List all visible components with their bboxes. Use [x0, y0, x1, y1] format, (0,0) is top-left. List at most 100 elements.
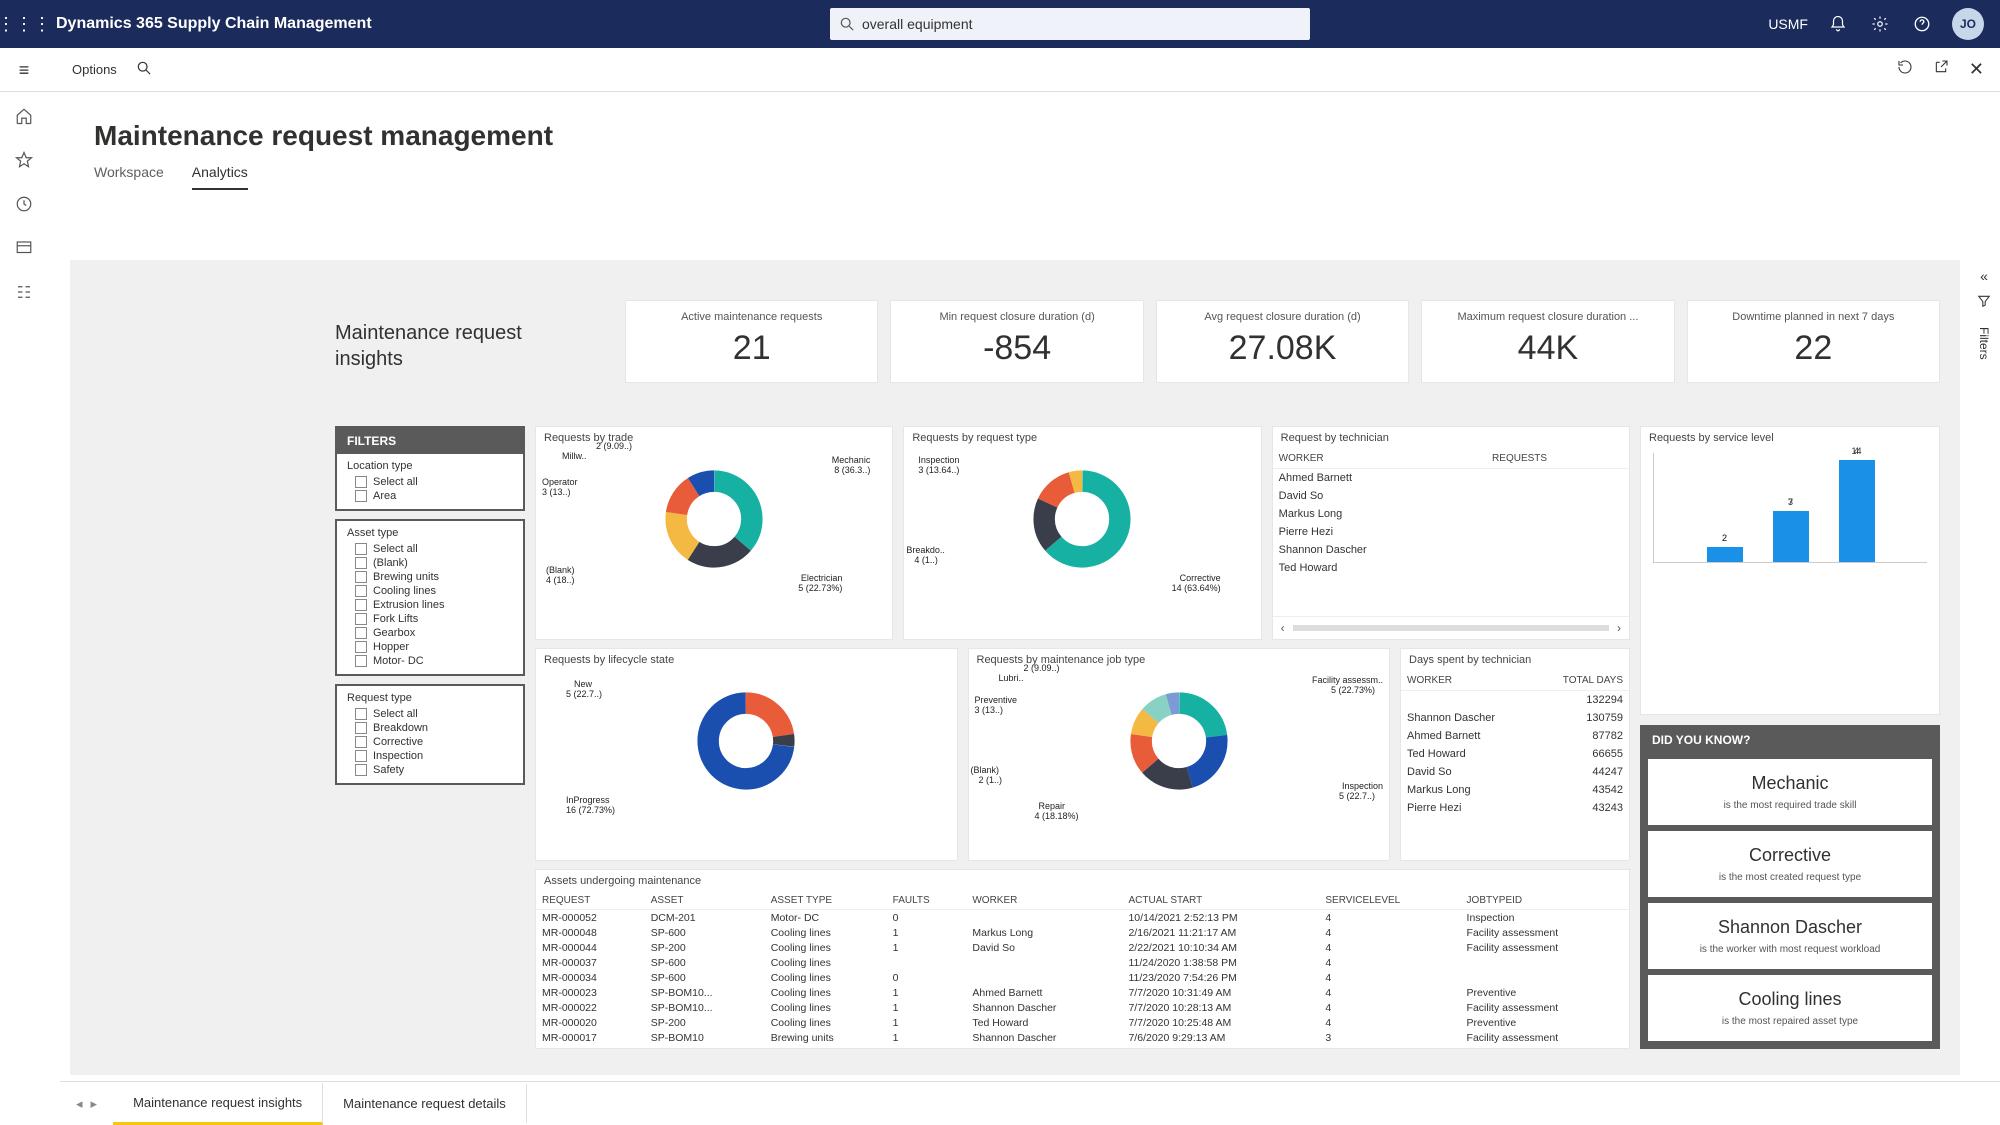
- assets-table: REQUESTASSETASSET TYPEFAULTSWORKERACTUAL…: [536, 892, 1629, 1045]
- filter-request-box: Request type Select allBreakdownCorrecti…: [335, 684, 525, 785]
- filter-checkbox[interactable]: Motor- DC: [347, 654, 513, 668]
- dyk-card: Correctiveis the most created request ty…: [1648, 831, 1932, 897]
- popout-icon[interactable]: [1933, 59, 1949, 80]
- table-row[interactable]: Markus Long: [1273, 505, 1629, 523]
- tab-prev-icon[interactable]: ◂: [76, 1096, 83, 1112]
- close-icon[interactable]: ✕: [1969, 59, 1984, 80]
- column-header[interactable]: JOBTYPEID: [1461, 892, 1629, 910]
- table-row[interactable]: MR-000017SP-BOM10Brewing units1Shannon D…: [536, 1030, 1629, 1045]
- global-header: ⋮⋮⋮ Dynamics 365 Supply Chain Management…: [0, 0, 2000, 48]
- tab-next-icon[interactable]: ▸: [91, 1096, 98, 1112]
- table-row[interactable]: MR-000037SP-600Cooling lines11/24/2020 1…: [536, 955, 1629, 970]
- company-label[interactable]: USMF: [1768, 16, 1808, 32]
- table-row[interactable]: Ahmed Barnett87782: [1401, 727, 1629, 745]
- table-row[interactable]: David So44247: [1401, 763, 1629, 781]
- table-row[interactable]: MR-000020SP-200Cooling lines1Ted Howard7…: [536, 1015, 1629, 1030]
- tile-requests-by-service-level[interactable]: Requests by service level 10 0 2273144: [1640, 426, 1940, 715]
- chevron-left-icon[interactable]: ‹: [1281, 621, 1285, 635]
- chevron-collapse-icon[interactable]: «: [1980, 268, 1988, 284]
- tile-requests-by-trade[interactable]: Requests by trade Mechanic 8 (36.3..) El…: [535, 426, 893, 640]
- table-row[interactable]: Ahmed Barnett: [1273, 469, 1629, 488]
- btab-insights[interactable]: Maintenance request insights: [113, 1083, 323, 1125]
- table-row[interactable]: Markus Long43542: [1401, 781, 1629, 799]
- filter-checkbox[interactable]: Brewing units: [347, 570, 513, 584]
- hamburger-icon[interactable]: ≡: [0, 48, 48, 92]
- table-row[interactable]: MR-000034SP-600Cooling lines011/23/2020 …: [536, 970, 1629, 985]
- filter-checkbox[interactable]: Extrusion lines: [347, 598, 513, 612]
- table-row[interactable]: Pierre Hezi43243: [1401, 799, 1629, 817]
- filter-checkbox[interactable]: Fork Lifts: [347, 612, 513, 626]
- filter-checkbox[interactable]: Select all: [347, 475, 513, 489]
- tile-assets-undergoing[interactable]: Assets undergoing maintenance REQUESTASS…: [535, 869, 1630, 1049]
- column-header[interactable]: REQUEST: [536, 892, 645, 910]
- modules-icon[interactable]: [12, 280, 36, 304]
- options-button[interactable]: Options: [48, 62, 117, 77]
- filter-checkbox[interactable]: Inspection: [347, 749, 513, 763]
- days-table: WORKERTOTAL DAYS 132294Shannon Dascher13…: [1401, 671, 1629, 817]
- filter-checkbox[interactable]: Cooling lines: [347, 584, 513, 598]
- filter-checkbox[interactable]: Hopper: [347, 640, 513, 654]
- donut-reqtype: [1032, 469, 1132, 569]
- table-row[interactable]: Shannon Dascher: [1273, 541, 1629, 559]
- table-row[interactable]: Ted Howard: [1273, 559, 1629, 577]
- mid-column: Requests by trade Mechanic 8 (36.3..) El…: [535, 426, 1630, 1049]
- btab-details[interactable]: Maintenance request details: [323, 1084, 527, 1123]
- tile-requests-by-type[interactable]: Requests by request type Inspection 3 (1…: [903, 426, 1261, 640]
- tile-days-by-technician[interactable]: Days spent by technician WORKERTOTAL DAY…: [1400, 648, 1630, 862]
- column-header[interactable]: ASSET: [645, 892, 765, 910]
- app-title: Dynamics 365 Supply Chain Management: [48, 15, 372, 33]
- chevron-right-icon[interactable]: ›: [1617, 621, 1621, 635]
- filters-title: FILTERS: [337, 428, 523, 454]
- table-row[interactable]: Ted Howard66655: [1401, 745, 1629, 763]
- table-row[interactable]: MR-000048SP-600Cooling lines1Markus Long…: [536, 925, 1629, 940]
- bell-icon[interactable]: [1826, 12, 1850, 36]
- table-row[interactable]: Shannon Dascher130759: [1401, 709, 1629, 727]
- filter-checkbox[interactable]: Gearbox: [347, 626, 513, 640]
- column-header[interactable]: ASSET TYPE: [765, 892, 887, 910]
- bar[interactable]: 73: [1773, 511, 1809, 562]
- bar[interactable]: 22: [1707, 547, 1743, 562]
- search-input[interactable]: [862, 16, 1300, 32]
- column-header[interactable]: ACTUAL START: [1122, 892, 1319, 910]
- column-header[interactable]: WORKER: [966, 892, 1122, 910]
- scroll-nav[interactable]: ‹›: [1273, 616, 1629, 639]
- dyk-card: Shannon Dascheris the worker with most r…: [1648, 903, 1932, 969]
- help-icon[interactable]: [1910, 12, 1934, 36]
- filter-funnel-icon[interactable]: [1977, 294, 1991, 311]
- search-box[interactable]: [830, 8, 1310, 40]
- tab-workspace[interactable]: Workspace: [94, 164, 164, 190]
- filter-checkbox[interactable]: Corrective: [347, 735, 513, 749]
- filter-checkbox[interactable]: Area: [347, 489, 513, 503]
- insights-title: Maintenance request insights: [335, 320, 585, 372]
- table-row[interactable]: MR-000022SP-BOM10...Cooling lines1Shanno…: [536, 1000, 1629, 1015]
- kpi-min: Min request closure duration (d)-854: [890, 300, 1143, 383]
- filter-checkbox[interactable]: Select all: [347, 707, 513, 721]
- filter-checkbox[interactable]: Select all: [347, 542, 513, 556]
- workspace-icon[interactable]: [12, 236, 36, 260]
- refresh-icon[interactable]: [1897, 59, 1913, 80]
- filter-checkbox[interactable]: Safety: [347, 763, 513, 777]
- table-row[interactable]: David So: [1273, 487, 1629, 505]
- table-row[interactable]: 132294: [1401, 690, 1629, 709]
- home-icon[interactable]: [12, 104, 36, 128]
- bar[interactable]: 144: [1839, 460, 1875, 562]
- column-header[interactable]: SERVICELEVEL: [1319, 892, 1460, 910]
- table-row[interactable]: Pierre Hezi: [1273, 523, 1629, 541]
- tile-request-by-technician[interactable]: Request by technician WORKERREQUESTS Ahm…: [1272, 426, 1630, 640]
- table-row[interactable]: MR-000044SP-200Cooling lines1David So2/2…: [536, 940, 1629, 955]
- recent-icon[interactable]: [12, 192, 36, 216]
- app-launcher-icon[interactable]: ⋮⋮⋮: [0, 14, 48, 35]
- column-header[interactable]: FAULTS: [887, 892, 967, 910]
- filter-checkbox[interactable]: (Blank): [347, 556, 513, 570]
- favorites-icon[interactable]: [12, 148, 36, 172]
- table-row[interactable]: MR-000023SP-BOM10...Cooling lines1Ahmed …: [536, 985, 1629, 1000]
- avatar[interactable]: JO: [1952, 8, 1984, 40]
- gear-icon[interactable]: [1868, 12, 1892, 36]
- tile-lifecycle[interactable]: Requests by lifecycle state New 5 (22.7.…: [535, 648, 958, 862]
- tile-jobtype[interactable]: Requests by maintenance job type Facilit…: [968, 648, 1391, 862]
- tab-analytics[interactable]: Analytics: [192, 164, 248, 190]
- filter-checkbox[interactable]: Breakdown: [347, 721, 513, 735]
- cmdbar-search-icon[interactable]: [137, 61, 151, 78]
- table-row[interactable]: MR-000052DCM-201Motor- DC010/14/2021 2:5…: [536, 910, 1629, 926]
- filters-panel-label[interactable]: Filters: [1977, 321, 1991, 360]
